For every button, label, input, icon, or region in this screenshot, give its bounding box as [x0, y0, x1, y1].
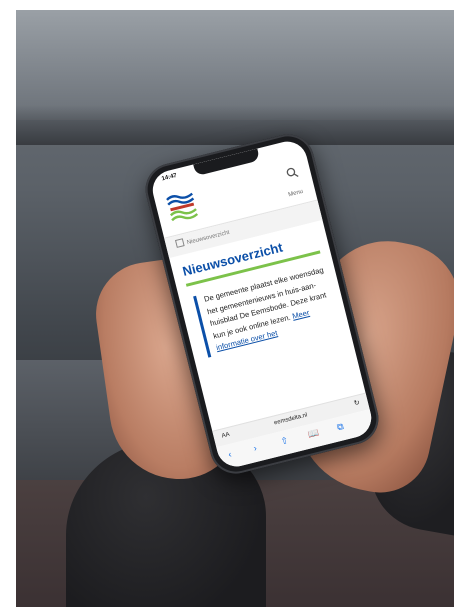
forward-icon[interactable]: › — [252, 443, 257, 453]
share-icon[interactable]: ⇧ — [280, 435, 290, 447]
status-time: 14:47 — [161, 172, 178, 183]
search-icon[interactable] — [285, 166, 300, 181]
eemsdelta-logo-icon — [166, 192, 199, 222]
breadcrumb-current: Nieuwsoverzicht — [186, 229, 231, 247]
photo-frame: 14:47 Menu Nieuwsoverzicht Nieuwsoverzic… — [16, 10, 454, 607]
bookmarks-icon[interactable]: 📖 — [307, 427, 321, 440]
home-icon[interactable] — [174, 238, 185, 248]
tabs-icon[interactable]: ⧉ — [336, 421, 345, 433]
background-ceiling — [16, 10, 454, 120]
back-icon[interactable]: ‹ — [227, 449, 232, 459]
background-shadow — [16, 105, 454, 145]
menu-button[interactable]: Menu — [288, 189, 304, 198]
